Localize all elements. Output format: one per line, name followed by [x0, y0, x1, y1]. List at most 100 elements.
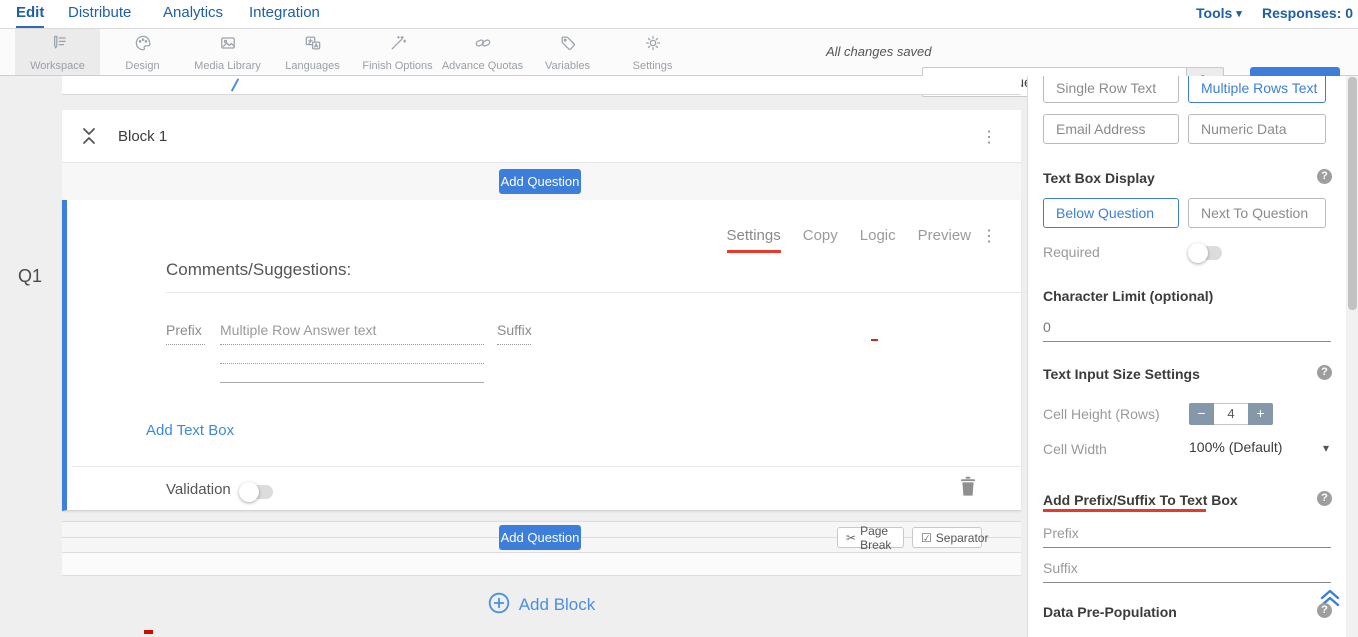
question-number: Q1 — [18, 266, 42, 287]
palette-icon — [133, 33, 153, 58]
question-settings-panel: Single Row Text Multiple Rows Text Email… — [1027, 76, 1346, 637]
add-block-button[interactable]: Add Block — [62, 590, 1021, 620]
block-menu-icon[interactable]: ⋮ — [981, 127, 997, 147]
toolbar-tab-languages[interactable]: Languages — [270, 29, 355, 75]
toolbar-tab-media-library[interactable]: Media Library — [185, 29, 270, 75]
data-pre-population-title: Data Pre-Population — [1043, 604, 1177, 620]
nav-tab-distribute[interactable]: Distribute — [68, 0, 131, 28]
editor-toolbar: Workspace Design Media Library Languages… — [0, 29, 1358, 76]
display-option-below-question[interactable]: Below Question — [1043, 198, 1179, 228]
question-tabs: Settings Copy Logic Preview — [727, 227, 971, 253]
toolbar-tab-design[interactable]: Design — [100, 29, 185, 75]
chevron-down-icon[interactable]: ▾ — [1323, 441, 1329, 455]
add-question-button-top[interactable]: Add Question — [499, 169, 581, 194]
block-title[interactable]: Block 1 — [118, 128, 167, 145]
question-card: Settings Copy Logic Preview ⋮ Comments/S… — [62, 200, 1021, 511]
suffix-input[interactable] — [1043, 560, 1331, 583]
text-input-size-title: Text Input Size Settings — [1043, 366, 1200, 382]
workspace-icon — [48, 33, 68, 58]
stepper-minus-button[interactable]: − — [1189, 403, 1214, 425]
textarea-row-line — [220, 364, 484, 383]
annotation-red-underline — [1043, 509, 1206, 512]
page-break-button[interactable]: ✂ Page Break — [837, 527, 904, 548]
prefix-inline-field[interactable]: Prefix — [166, 322, 205, 345]
help-icon[interactable]: ? — [1317, 491, 1332, 506]
cell-height-label: Cell Height (Rows) — [1043, 406, 1160, 422]
help-icon[interactable]: ? — [1317, 365, 1332, 380]
annotation-red-dash — [871, 339, 878, 341]
character-limit-input[interactable] — [1043, 319, 1331, 342]
scissors-icon: ✂ — [846, 531, 856, 545]
toggle-knob — [1188, 243, 1208, 263]
textarea-row-line — [220, 345, 484, 364]
add-question-strip-top: Add Question — [62, 163, 1021, 200]
divider — [166, 292, 1044, 293]
clipped-edit-icon-fragment — [231, 78, 239, 91]
stepper-plus-button[interactable]: + — [1248, 403, 1273, 425]
gear-icon — [643, 33, 663, 58]
top-nav: Edit Distribute Analytics Integration To… — [0, 0, 1358, 29]
toggle-knob — [239, 482, 259, 502]
type-option-numeric-data[interactable]: Numeric Data — [1188, 114, 1326, 144]
question-menu-icon[interactable]: ⋮ — [981, 226, 997, 246]
help-icon[interactable]: ? — [1317, 603, 1332, 618]
text-box-display-title: Text Box Display — [1043, 170, 1155, 186]
tools-menu[interactable]: Tools ▾ — [1196, 0, 1242, 28]
tab-copy[interactable]: Copy — [803, 227, 838, 253]
character-limit-title: Character Limit (optional) — [1043, 288, 1213, 304]
tab-preview[interactable]: Preview — [918, 227, 971, 253]
question-title[interactable]: Comments/Suggestions: — [166, 260, 351, 280]
stepper-value[interactable]: 4 — [1214, 403, 1248, 425]
circle-plus-icon — [488, 592, 510, 619]
multi-row-textarea[interactable]: Multiple Row Answer text — [220, 322, 484, 383]
toolbar-tab-workspace[interactable]: Workspace — [15, 29, 100, 75]
cell-width-select[interactable]: 100% (Default) — [1189, 439, 1282, 455]
questionpro-survey-editor: Edit Distribute Analytics Integration To… — [0, 0, 1358, 637]
suffix-inline-field[interactable]: Suffix — [497, 322, 531, 345]
display-option-next-to-question[interactable]: Next To Question — [1188, 198, 1326, 228]
required-toggle[interactable] — [1190, 246, 1222, 260]
add-text-box-link[interactable]: Add Text Box — [146, 422, 234, 439]
prefix-input[interactable] — [1043, 525, 1331, 548]
tag-icon — [558, 33, 578, 58]
chevron-down-icon: ▾ — [1236, 8, 1242, 20]
toolbar-tab-finish-options[interactable]: Finish Options — [355, 29, 440, 75]
wand-icon — [388, 33, 408, 58]
responses-count[interactable]: Responses: 0 — [1262, 0, 1353, 28]
tab-logic[interactable]: Logic — [860, 227, 896, 253]
separator-button[interactable]: ☑ Separator — [912, 527, 982, 548]
toolbar-tab-variables[interactable]: Variables — [525, 29, 610, 75]
tab-settings[interactable]: Settings — [727, 227, 781, 253]
toolbar-tab-advance-quotas[interactable]: Advance Quotas — [440, 29, 525, 75]
annotation-red-mark — [144, 630, 153, 634]
add-question-button-bottom[interactable]: Add Question — [499, 525, 581, 550]
link-icon — [473, 33, 493, 58]
block-header: Block 1 ⋮ — [62, 110, 1021, 163]
required-label: Required — [1043, 244, 1100, 260]
validation-toggle[interactable] — [241, 485, 273, 499]
empty-strip — [62, 553, 1021, 576]
toolbar-tab-settings[interactable]: Settings — [610, 29, 695, 75]
type-option-single-row-text[interactable]: Single Row Text — [1043, 76, 1179, 103]
scrollbar-thumb[interactable] — [1348, 77, 1357, 310]
checkbox-icon: ☑ — [921, 531, 932, 545]
save-status: All changes saved — [826, 44, 932, 59]
collapse-block-icon[interactable] — [80, 125, 98, 147]
cell-height-stepper: − 4 + — [1189, 403, 1273, 425]
nav-tab-edit[interactable]: Edit — [16, 0, 44, 28]
nav-tab-analytics[interactable]: Analytics — [163, 0, 223, 28]
nav-tab-integration[interactable]: Integration — [249, 0, 320, 28]
prefix-suffix-title: Add Prefix/Suffix To Text Box — [1043, 492, 1238, 508]
help-icon[interactable]: ? — [1317, 169, 1332, 184]
image-icon — [218, 33, 238, 58]
delete-question-icon[interactable] — [959, 475, 977, 497]
cell-width-label: Cell Width — [1043, 441, 1107, 457]
scrolled-section-edge — [62, 76, 1021, 95]
translate-icon — [303, 33, 323, 58]
add-question-strip-bottom: Add Question ✂ Page Break ☑ Separator — [62, 521, 1021, 553]
type-option-email-address[interactable]: Email Address — [1043, 114, 1179, 144]
divider — [72, 466, 1021, 467]
validation-label: Validation — [166, 481, 231, 498]
textarea-placeholder: Multiple Row Answer text — [220, 322, 484, 345]
type-option-multiple-rows-text[interactable]: Multiple Rows Text — [1188, 76, 1326, 103]
